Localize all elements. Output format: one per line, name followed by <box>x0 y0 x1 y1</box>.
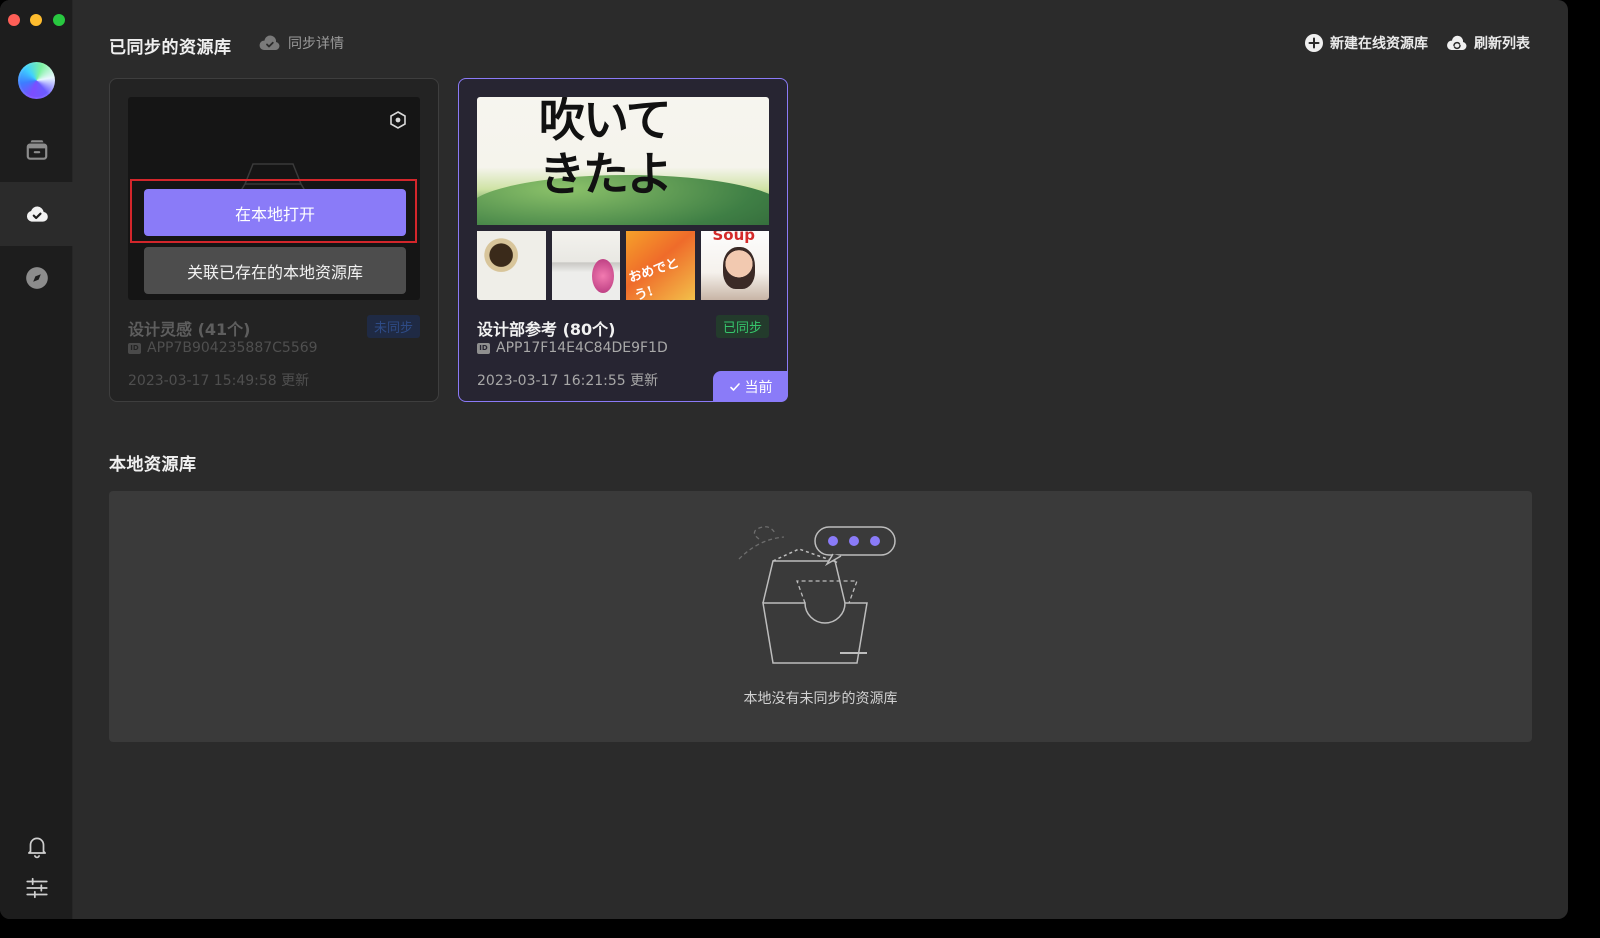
library-updated-time: 2023-03-17 15:49:58 更新 <box>128 373 310 389</box>
settings-button[interactable] <box>0 856 73 919</box>
status-badge: 未同步 <box>366 315 420 338</box>
thumbnail-tile <box>551 231 620 300</box>
sidebar-item-library[interactable] <box>0 118 73 182</box>
refresh-list-button[interactable]: 刷新列表 <box>1446 33 1530 53</box>
tile-text: おめでとう! <box>626 255 682 300</box>
tile-text: Soup <box>712 231 756 244</box>
thumbnail-tile <box>477 231 546 300</box>
empty-inbox-illustration <box>738 526 896 664</box>
synced-libraries-title: 已同步的资源库 <box>109 38 232 58</box>
sidebar-item-explore[interactable] <box>0 246 73 310</box>
sidebar-item-cloud-sync[interactable] <box>0 182 73 246</box>
library-card-design-reference[interactable]: 吹いて きたよ おめでとう! Soup 设计部参考 (80个) 已同步 ID A… <box>458 78 788 402</box>
thumbnail-tiles: おめでとう! Soup <box>477 231 769 300</box>
status-badge: 已同步 <box>715 315 769 338</box>
thumbnail-tile: Soup <box>700 231 769 300</box>
id-icon: ID <box>477 342 490 354</box>
check-icon <box>729 382 740 391</box>
current-library-tag: 当前 <box>713 371 788 402</box>
local-libraries-title: 本地资源库 <box>109 455 197 475</box>
library-card-design-inspiration[interactable]: 在本地打开 关联已存在的本地资源库 设计灵感 (41个) 未同步 ID APP7… <box>109 78 439 402</box>
new-online-library-label: 新建在线资源库 <box>1330 36 1428 52</box>
app-window: 已同步的资源库 同步详情 新建在线资源库 刷新列表 在本地打开 关联已存在的本地… <box>0 0 1568 919</box>
sidebar <box>0 0 73 919</box>
header-actions: 新建在线资源库 刷新列表 <box>1304 33 1530 53</box>
thumbnail-tile: おめでとう! <box>626 231 695 300</box>
library-thumbnail: 在本地打开 关联已存在的本地资源库 <box>128 97 420 300</box>
sync-detail-label: 同步详情 <box>288 36 344 52</box>
library-id: ID APP17F14E4C84DE9F1D <box>477 340 668 356</box>
hero-image-text: 吹いて きたよ <box>539 97 673 201</box>
empty-state-text: 本地没有未同步的资源库 <box>743 691 898 707</box>
library-id: ID APP7B904235887C5569 <box>128 340 318 356</box>
current-label: 当前 <box>744 379 773 396</box>
refresh-list-label: 刷新列表 <box>1474 36 1530 52</box>
sync-detail-link[interactable]: 同步详情 <box>258 33 344 53</box>
box-icon <box>26 140 47 160</box>
zoom-window-button[interactable] <box>53 14 65 26</box>
link-existing-library-button[interactable]: 关联已存在的本地资源库 <box>144 247 406 294</box>
library-name: 设计灵感 (41个) <box>128 320 251 339</box>
cloud-check-icon <box>259 35 280 50</box>
library-updated-time: 2023-03-17 16:21:55 更新 <box>477 373 659 389</box>
minimize-window-button[interactable] <box>30 14 42 26</box>
library-id-value: APP7B904235887C5569 <box>147 340 318 356</box>
library-name: 设计部参考 (80个) <box>477 320 616 339</box>
library-thumbnail: 吹いて きたよ おめでとう! Soup <box>477 97 769 300</box>
close-window-button[interactable] <box>8 14 20 26</box>
settings-hexagon-icon[interactable] <box>388 110 408 130</box>
app-logo <box>18 62 55 99</box>
sliders-icon <box>25 877 48 899</box>
main-content: 已同步的资源库 同步详情 新建在线资源库 刷新列表 在本地打开 关联已存在的本地… <box>74 0 1568 919</box>
library-id-value: APP17F14E4C84DE9F1D <box>496 340 668 356</box>
cloud-check-icon <box>26 206 48 222</box>
cloud-refresh-icon <box>1447 35 1467 50</box>
hero-image: 吹いて きたよ <box>477 97 769 225</box>
new-online-library-button[interactable]: 新建在线资源库 <box>1304 33 1428 53</box>
plus-circle-icon <box>1305 34 1323 52</box>
compass-icon <box>25 267 48 289</box>
open-local-button[interactable]: 在本地打开 <box>144 189 406 236</box>
local-libraries-panel: 本地没有未同步的资源库 <box>109 491 1532 742</box>
id-icon: ID <box>128 342 141 354</box>
